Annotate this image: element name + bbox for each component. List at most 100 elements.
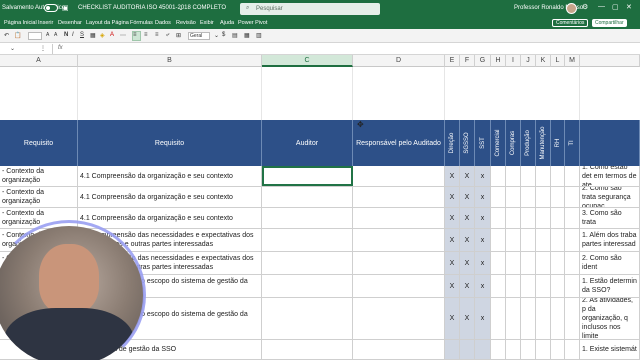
comments-button[interactable]: Comentários: [552, 19, 589, 27]
merge-icon[interactable]: ⊞: [176, 32, 181, 39]
header-sst[interactable]: SST: [475, 120, 491, 166]
cell-e[interactable]: X: [445, 252, 460, 274]
menu-item-data[interactable]: Dados: [155, 20, 171, 26]
search-box[interactable]: ⌕ Pesquisar: [240, 3, 380, 15]
cell-j[interactable]: [521, 229, 536, 251]
cell-l[interactable]: [551, 275, 565, 297]
header-questions[interactable]: [580, 120, 640, 166]
cell-d[interactable]: [353, 166, 445, 186]
font-size-select[interactable]: [28, 32, 42, 40]
share-button[interactable]: Compartilhar: [592, 19, 627, 27]
header-requisito-a[interactable]: Requisito: [0, 120, 78, 166]
cell-k[interactable]: [536, 252, 551, 274]
cell-g[interactable]: x: [475, 275, 491, 297]
menu-item-help[interactable]: Ajuda: [220, 20, 234, 26]
cell-n[interactable]: 1. Além dos traba partes interessad: [580, 229, 640, 251]
cell-i[interactable]: [506, 252, 521, 274]
more-icon[interactable]: ⋯: [120, 32, 126, 39]
column-header-g[interactable]: G: [475, 55, 491, 67]
cell-c[interactable]: [262, 275, 353, 297]
cell-h[interactable]: [491, 166, 506, 186]
column-header-j[interactable]: J: [521, 55, 536, 67]
column-header-i[interactable]: I: [506, 55, 521, 67]
cell-f[interactable]: [460, 340, 475, 359]
cell-f[interactable]: X: [460, 229, 475, 251]
cell-l[interactable]: [551, 252, 565, 274]
header-auditor[interactable]: Auditor: [262, 120, 353, 166]
cell-k[interactable]: [536, 187, 551, 207]
maximize-icon[interactable]: ▢: [612, 3, 619, 11]
cell-l[interactable]: [551, 298, 565, 339]
cell-h[interactable]: [491, 298, 506, 339]
save-icon[interactable]: ▣: [62, 4, 69, 12]
cell-n[interactable]: 1. Estão determin da SSO?: [580, 275, 640, 297]
header-compras[interactable]: Compras: [506, 120, 521, 166]
cell-d[interactable]: [353, 208, 445, 228]
undo-icon[interactable]: ↶: [4, 32, 9, 39]
cell-d[interactable]: [353, 252, 445, 274]
cell-h[interactable]: [491, 208, 506, 228]
search-input[interactable]: Pesquisar: [256, 6, 283, 12]
header-rh[interactable]: RH: [551, 120, 565, 166]
header-ti[interactable]: TI: [565, 120, 580, 166]
cell-n[interactable]: 2. Como são trata segurança ocupac: [580, 187, 640, 207]
cell-k[interactable]: [536, 166, 551, 186]
cell-n[interactable]: 3. Como são trata: [580, 208, 640, 228]
cell-j[interactable]: [521, 298, 536, 339]
cell-m[interactable]: [565, 229, 580, 251]
cell-i[interactable]: [506, 208, 521, 228]
cell-e[interactable]: X: [445, 229, 460, 251]
cell-g[interactable]: [475, 340, 491, 359]
cell-h[interactable]: [491, 229, 506, 251]
column-header-m[interactable]: M: [565, 55, 580, 67]
avatar[interactable]: [566, 3, 577, 14]
font-color-icon[interactable]: A: [110, 32, 114, 38]
cell-e[interactable]: X: [445, 187, 460, 207]
cell-i[interactable]: [506, 187, 521, 207]
borders-icon[interactable]: ▦: [90, 32, 96, 39]
column-header-a[interactable]: A: [0, 55, 78, 67]
column-header-e[interactable]: E: [445, 55, 460, 67]
column-header-n[interactable]: [580, 55, 640, 67]
cell-i[interactable]: [506, 229, 521, 251]
column-header-b[interactable]: B: [78, 55, 262, 67]
wrap-text-icon[interactable]: ⤶: [166, 32, 169, 39]
cell-a[interactable]: - Contexto da organização: [0, 187, 78, 207]
cell-i[interactable]: [506, 298, 521, 339]
cell-d[interactable]: [353, 298, 445, 339]
cell-f[interactable]: X: [460, 208, 475, 228]
menu-item-insert[interactable]: Inserir: [38, 20, 53, 26]
insert-function-icon[interactable]: fx: [58, 45, 63, 51]
cell-f[interactable]: X: [460, 166, 475, 186]
cell-e[interactable]: X: [445, 208, 460, 228]
grow-font-icon[interactable]: A: [46, 32, 49, 38]
header-comercial[interactable]: Comercial: [491, 120, 506, 166]
cell-i[interactable]: [506, 275, 521, 297]
cell-c[interactable]: [262, 252, 353, 274]
cell-l[interactable]: [551, 166, 565, 186]
cell-h[interactable]: [491, 340, 506, 359]
italic-icon[interactable]: I: [72, 32, 74, 38]
cell-m[interactable]: [565, 275, 580, 297]
cell-k[interactable]: [536, 208, 551, 228]
header-sgsso[interactable]: SGSSO: [460, 120, 475, 166]
more-icon[interactable]: ⋮: [40, 45, 46, 52]
settings-icon[interactable]: ⚙: [582, 3, 588, 11]
cell-g[interactable]: x: [475, 298, 491, 339]
cell-f[interactable]: X: [460, 187, 475, 207]
cell-styles-icon[interactable]: ▥: [256, 32, 262, 39]
align-middle-icon[interactable]: ≡: [144, 32, 148, 38]
cell-d[interactable]: [353, 340, 445, 359]
cell-i[interactable]: [506, 166, 521, 186]
cell-f[interactable]: X: [460, 298, 475, 339]
cell-l[interactable]: [551, 229, 565, 251]
bold-icon[interactable]: N: [64, 32, 68, 38]
cell-d[interactable]: [353, 187, 445, 207]
chevron-down-icon[interactable]: ⌄: [214, 32, 219, 39]
cell-j[interactable]: [521, 340, 536, 359]
cell-j[interactable]: [521, 187, 536, 207]
cell-e[interactable]: X: [445, 166, 460, 186]
cell-f[interactable]: X: [460, 252, 475, 274]
cell-n[interactable]: 1. Como estão det em termos de ate: [580, 166, 640, 186]
cell-j[interactable]: [521, 275, 536, 297]
